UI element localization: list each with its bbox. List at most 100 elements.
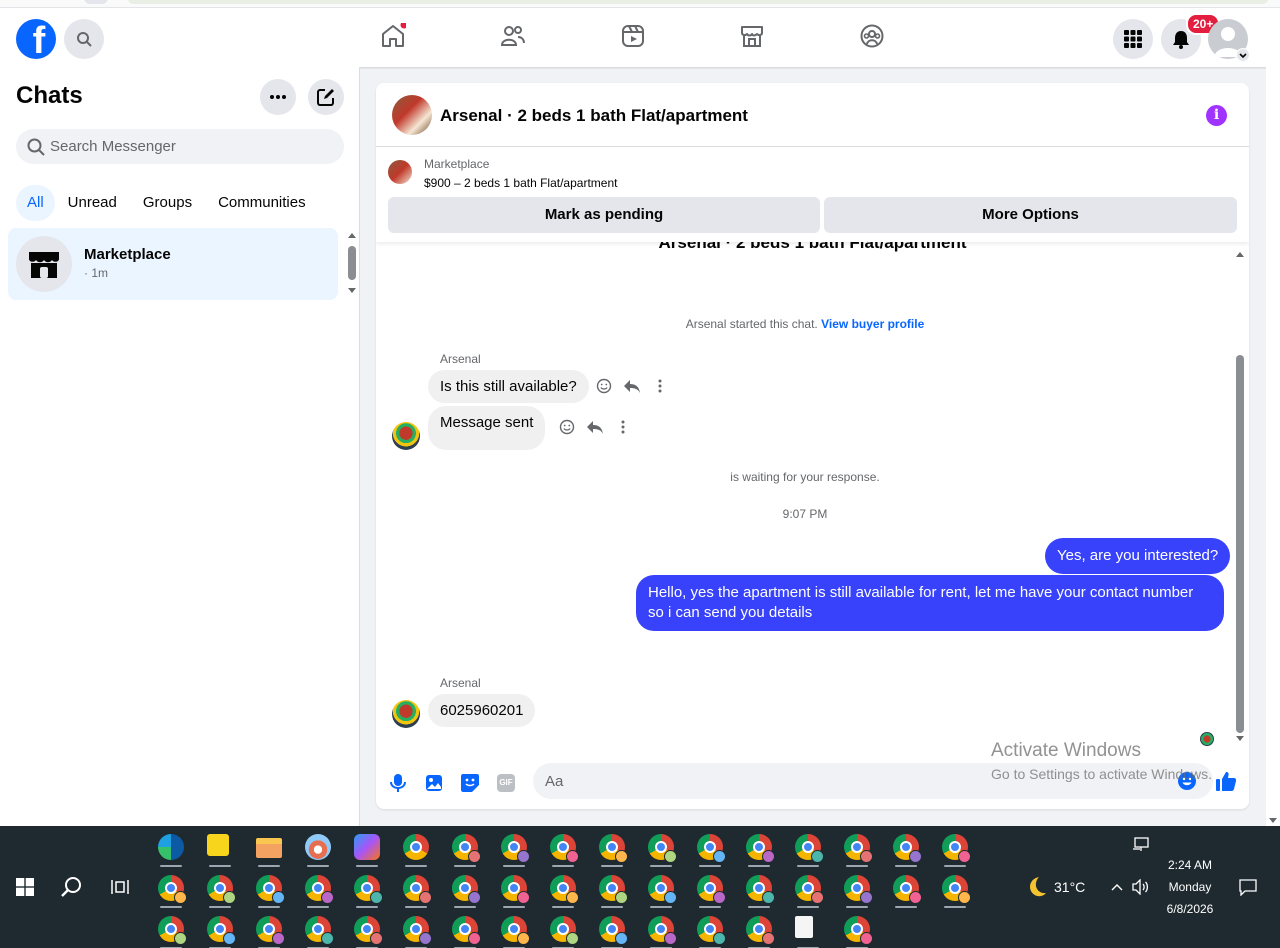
chrome-app-icon[interactable] (550, 875, 579, 904)
chrome-app-icon[interactable] (158, 916, 187, 945)
sender-avatar[interactable] (392, 422, 420, 450)
conversation-title[interactable]: Arsenal · 2 beds 1 bath Flat/apartment (440, 106, 748, 126)
chrome-app-icon[interactable] (697, 834, 726, 863)
chrome-app-icon[interactable] (501, 834, 530, 863)
network-status-button[interactable] (1128, 832, 1154, 858)
menu-button[interactable] (1113, 19, 1153, 59)
conversation-scrollbar[interactable] (1233, 249, 1247, 743)
mark-pending-button[interactable]: Mark as pending (388, 197, 820, 233)
clock-day[interactable]: Monday (1160, 880, 1220, 894)
scrollbar-thumb[interactable] (1236, 355, 1244, 733)
tab-all[interactable]: All (16, 185, 55, 221)
chat-options-button[interactable] (260, 79, 296, 115)
groups-nav-button[interactable] (859, 23, 885, 49)
chrome-app-icon[interactable] (305, 875, 334, 904)
sticker-button[interactable] (458, 771, 482, 795)
chrome-app-icon[interactable] (403, 834, 429, 860)
messenger-search[interactable] (16, 129, 344, 164)
chrome-app-icon[interactable] (550, 834, 579, 863)
page-scrollbar[interactable] (1266, 8, 1280, 826)
facebook-logo[interactable]: f (16, 19, 56, 59)
chat-item-marketplace[interactable]: Marketplace · 1m (8, 228, 338, 300)
browser-tab-dot[interactable] (84, 0, 108, 4)
tab-communities[interactable]: Communities (205, 185, 319, 221)
chrome-app-icon[interactable] (354, 875, 383, 904)
incoming-message[interactable]: Is this still available? (428, 370, 589, 403)
temperature[interactable]: 31°C (1054, 879, 1085, 895)
browser-address-bar[interactable] (128, 0, 1268, 4)
chrome-app-icon[interactable] (403, 916, 432, 945)
chrome-app-icon[interactable] (697, 916, 726, 945)
tab-unread[interactable]: Unread (55, 185, 130, 221)
chrome-app-icon[interactable] (893, 875, 922, 904)
chrome-app-icon[interactable] (942, 834, 971, 863)
reply-button[interactable] (622, 376, 642, 396)
chrome-app-icon[interactable] (452, 834, 481, 863)
show-hidden-icons-button[interactable] (1106, 871, 1128, 903)
chrome-app-icon[interactable] (746, 916, 775, 945)
chrome-app-icon[interactable] (256, 875, 285, 904)
chrome-app-icon[interactable] (158, 875, 187, 904)
search-input[interactable] (50, 129, 330, 164)
chrome-app-icon[interactable] (746, 834, 775, 863)
chrome-app-icon[interactable] (844, 875, 873, 904)
chrome-app-icon[interactable] (746, 875, 775, 904)
copilot-app-icon[interactable] (354, 834, 380, 860)
taskbar-search-button[interactable] (56, 871, 88, 903)
chrome-app-icon[interactable] (550, 916, 579, 945)
chrome-app-icon[interactable] (648, 875, 677, 904)
incoming-message[interactable]: 6025960201 (428, 694, 536, 727)
home-nav-button[interactable] (380, 23, 406, 49)
react-button[interactable] (557, 417, 577, 437)
chrome-app-icon[interactable] (648, 916, 677, 945)
chrome-app-icon[interactable] (844, 916, 873, 945)
search-button[interactable] (64, 19, 104, 59)
listing-price[interactable]: $900 – 2 beds 1 bath Flat/apartment (424, 176, 617, 190)
sidebar-scrollbar[interactable] (346, 230, 358, 296)
chrome-app-icon[interactable] (452, 916, 481, 945)
tab-groups[interactable]: Groups (130, 185, 205, 221)
chrome-app-icon[interactable] (795, 834, 824, 863)
view-buyer-profile-link[interactable]: View buyer profile (821, 317, 924, 331)
friends-nav-button[interactable] (500, 23, 526, 49)
outgoing-message[interactable]: Yes, are you interested? (1045, 538, 1231, 574)
video-nav-button[interactable] (620, 23, 646, 49)
chrome-app-icon[interactable] (795, 875, 824, 904)
chrome-app-icon[interactable] (207, 916, 236, 945)
clock-time[interactable]: 2:24 AM (1160, 858, 1220, 872)
gif-button[interactable]: GIF (494, 771, 518, 795)
chrome-app-icon[interactable] (305, 916, 334, 945)
reply-button[interactable] (585, 417, 605, 437)
more-actions-button[interactable] (613, 417, 633, 437)
start-button[interactable] (9, 871, 41, 903)
info-icon[interactable]: i (1206, 105, 1227, 126)
document-file-icon[interactable] (795, 916, 813, 938)
clock-date[interactable]: 6/8/2026 (1160, 902, 1220, 916)
file-explorer-app-icon[interactable] (256, 838, 282, 858)
chrome-app-icon[interactable] (501, 916, 530, 945)
task-view-button[interactable] (104, 871, 136, 903)
marketplace-nav-button[interactable] (739, 23, 765, 49)
react-button[interactable] (594, 376, 614, 396)
chrome-app-icon[interactable] (648, 834, 677, 863)
incoming-message[interactable]: Message sent (428, 406, 546, 450)
chrome-app-icon[interactable] (599, 916, 628, 945)
notification-center-button[interactable] (1232, 871, 1264, 903)
chrome-app-icon[interactable] (599, 875, 628, 904)
weather-button[interactable] (1020, 871, 1052, 903)
more-options-button[interactable]: More Options (824, 197, 1237, 233)
edge-app-icon[interactable] (158, 834, 184, 860)
outgoing-message[interactable]: Hello, yes the apartment is still availa… (636, 575, 1224, 631)
sender-avatar[interactable] (392, 700, 420, 728)
listing-avatar[interactable] (392, 95, 432, 135)
sticky-notes-app-icon[interactable] (207, 834, 229, 856)
chrome-app-icon[interactable] (942, 875, 971, 904)
chrome-app-icon[interactable] (844, 834, 873, 863)
chrome-app-icon[interactable] (207, 875, 236, 904)
chrome-app-icon[interactable] (256, 916, 285, 945)
chrome-app-icon[interactable] (893, 834, 922, 863)
chrome-app-icon[interactable] (452, 875, 481, 904)
account-chevron-icon[interactable] (1236, 48, 1250, 62)
umbrella-app-icon[interactable] (305, 834, 331, 860)
volume-button[interactable] (1128, 871, 1154, 903)
